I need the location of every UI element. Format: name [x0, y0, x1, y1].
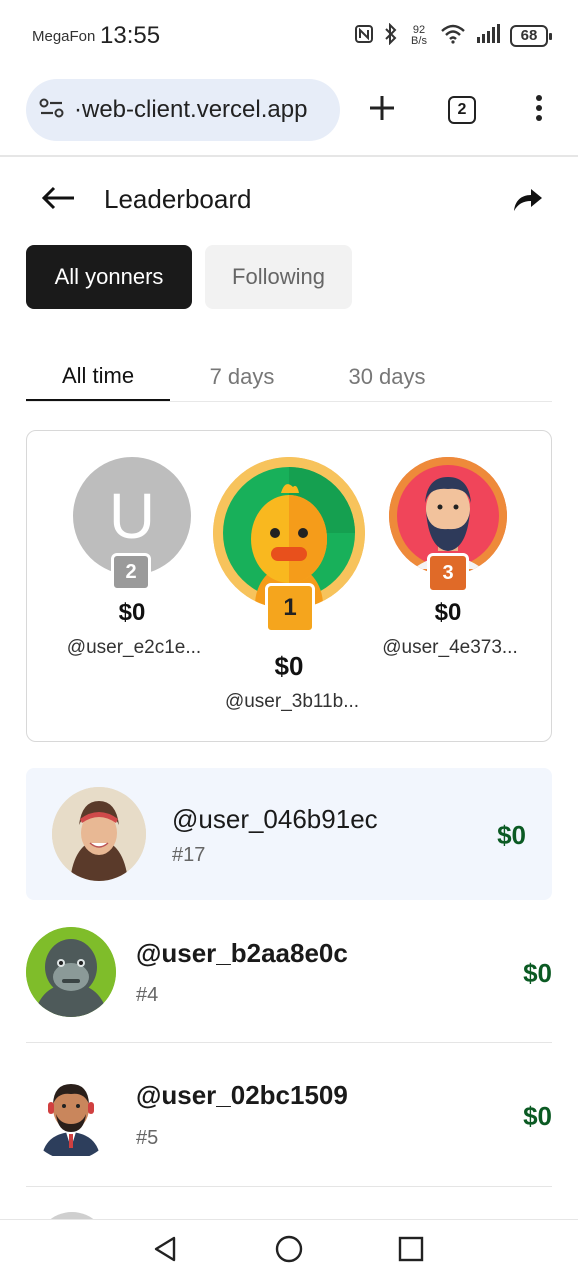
tab-30-days[interactable]: 30 days: [318, 352, 456, 402]
tab-count: 2: [448, 96, 476, 124]
more-icon: [535, 94, 543, 127]
rank-badge-second: 2: [111, 553, 151, 591]
share-icon: [513, 187, 543, 218]
avatar-current-user: [52, 787, 146, 881]
row-4-rank: #4: [136, 984, 159, 1006]
new-tab-button[interactable]: [358, 86, 406, 134]
man-suit-avatar-icon: [26, 1070, 116, 1160]
podium-username-first[interactable]: @user_3b11b...: [197, 691, 387, 713]
current-user-amount: $0: [497, 820, 526, 850]
tab-switcher-button[interactable]: 2: [438, 86, 486, 134]
podium-username-second[interactable]: @user_e2c1e...: [41, 637, 227, 659]
nav-back-button[interactable]: [148, 1234, 182, 1268]
share-button[interactable]: [508, 182, 548, 222]
page-title: Leaderboard: [104, 184, 252, 214]
system-nav-bar: [0, 1219, 578, 1280]
signal-icon: [476, 23, 500, 49]
podium-username-third[interactable]: @user_4e373...: [355, 637, 545, 659]
podium-amount-second: $0: [118, 599, 146, 626]
browser-divider: [0, 155, 578, 157]
nfc-icon: [354, 24, 374, 49]
url-text: ·web-client.vercel.app: [74, 96, 308, 123]
filter-all-yonners[interactable]: All yonners: [26, 245, 192, 309]
row-4-username[interactable]: @user_b2aa8e0c: [136, 938, 348, 969]
address-bar[interactable]: ·web-client.vercel.app: [26, 79, 340, 141]
podium-card: U 2 $0 @user_e2c1e... 1 $0 @user_3b11b..…: [26, 430, 552, 742]
rank-badge-first: 1: [265, 583, 315, 633]
woman-avatar-icon: [52, 787, 146, 881]
status-time: 13:55: [100, 22, 161, 49]
avatar-row-4[interactable]: [26, 927, 116, 1017]
browser-menu-button[interactable]: [515, 86, 563, 134]
nav-home-icon: [274, 1234, 304, 1269]
bluetooth-icon: [384, 22, 398, 50]
plus-icon: [368, 94, 396, 127]
row-5-username[interactable]: @user_02bc1509: [136, 1080, 348, 1111]
rank-badge-third: 3: [427, 553, 469, 593]
row-4-amount: $0: [523, 958, 552, 988]
row-divider: [26, 1186, 552, 1187]
nav-back-icon: [152, 1235, 178, 1268]
battery-icon: 68: [510, 25, 552, 47]
nav-recents-button[interactable]: [394, 1234, 428, 1268]
current-user-row[interactable]: @user_046b91ec #17 $0: [26, 768, 552, 900]
status-icons: 92 B/s 68: [354, 22, 552, 50]
status-bar: MegaFon 13:55 92 B/s 68: [0, 0, 578, 72]
back-arrow-icon: [40, 186, 76, 215]
avatar-row-5[interactable]: [26, 1070, 116, 1160]
tab-all-time[interactable]: All time: [26, 352, 170, 402]
site-settings-icon[interactable]: [38, 96, 66, 125]
row-5-amount: $0: [523, 1101, 552, 1131]
tabs-divider: [26, 401, 552, 402]
podium-amount-third: $0: [434, 599, 462, 626]
gorilla-avatar-icon: [26, 927, 116, 1017]
row-5-rank: #5: [136, 1127, 159, 1149]
filter-following[interactable]: Following: [205, 245, 352, 309]
current-user-username: @user_046b91ec: [172, 804, 378, 834]
current-user-rank: #17: [172, 844, 206, 866]
tab-7-days[interactable]: 7 days: [180, 352, 304, 402]
back-button[interactable]: [36, 180, 80, 220]
carrier-label: MegaFon: [32, 28, 96, 45]
wifi-icon: [440, 24, 466, 49]
nav-recents-icon: [398, 1236, 424, 1267]
row-divider: [26, 1042, 552, 1043]
podium-amount-first: $0: [274, 651, 304, 681]
nav-home-button[interactable]: [272, 1234, 306, 1268]
net-speed: 92 B/s: [411, 24, 427, 47]
